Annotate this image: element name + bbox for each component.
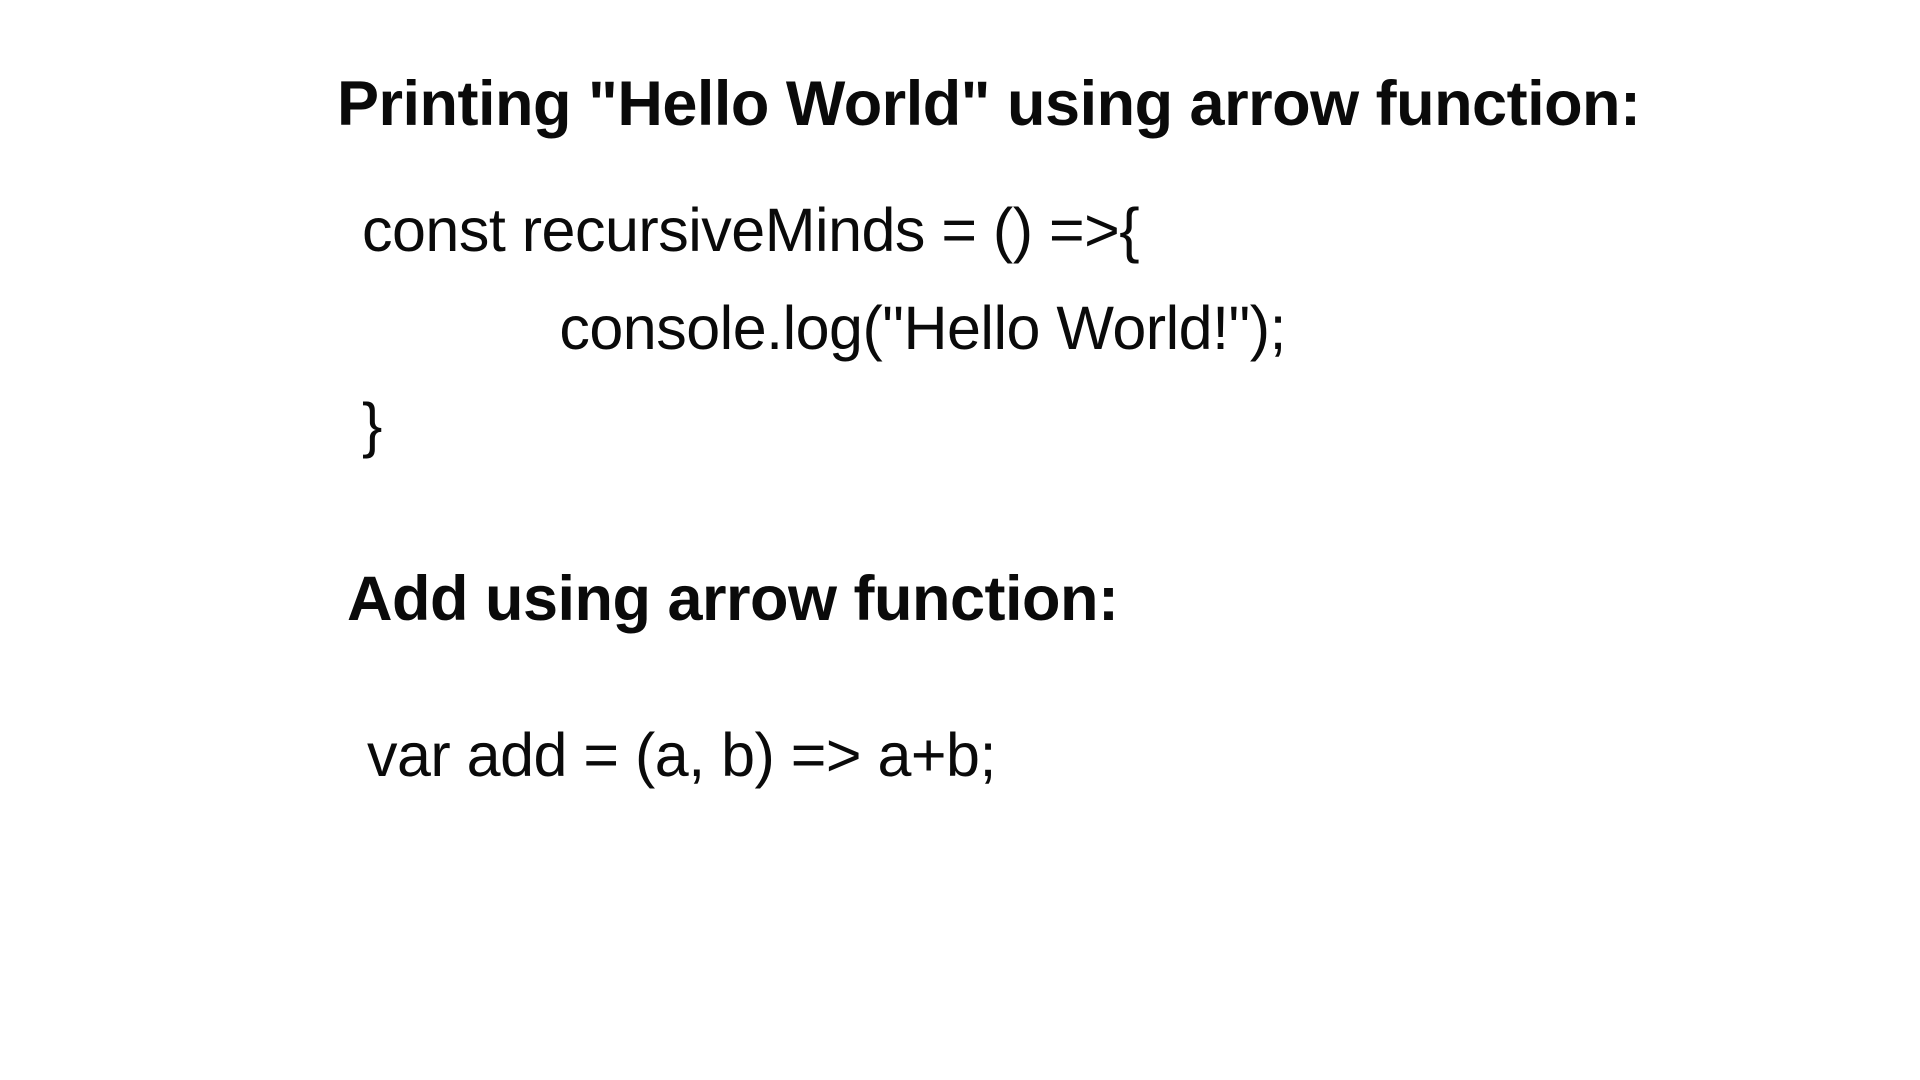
section-1-heading: Printing "Hello World" using arrow funct… xyxy=(337,68,1920,140)
code-line: const recursiveMinds = () =>{ xyxy=(362,196,1139,264)
code-line: } xyxy=(362,391,382,459)
section-1-code-block: const recursiveMinds = () =>{ console.lo… xyxy=(362,182,1920,475)
document-content: Printing "Hello World" using arrow funct… xyxy=(0,0,1920,804)
code-line: var add = (a, b) => a+b; xyxy=(367,721,996,789)
code-line: console.log("Hello World!"); xyxy=(362,294,1286,362)
section-2-code-block: var add = (a, b) => a+b; xyxy=(367,707,1920,805)
section-2-heading: Add using arrow function: xyxy=(347,563,1920,635)
